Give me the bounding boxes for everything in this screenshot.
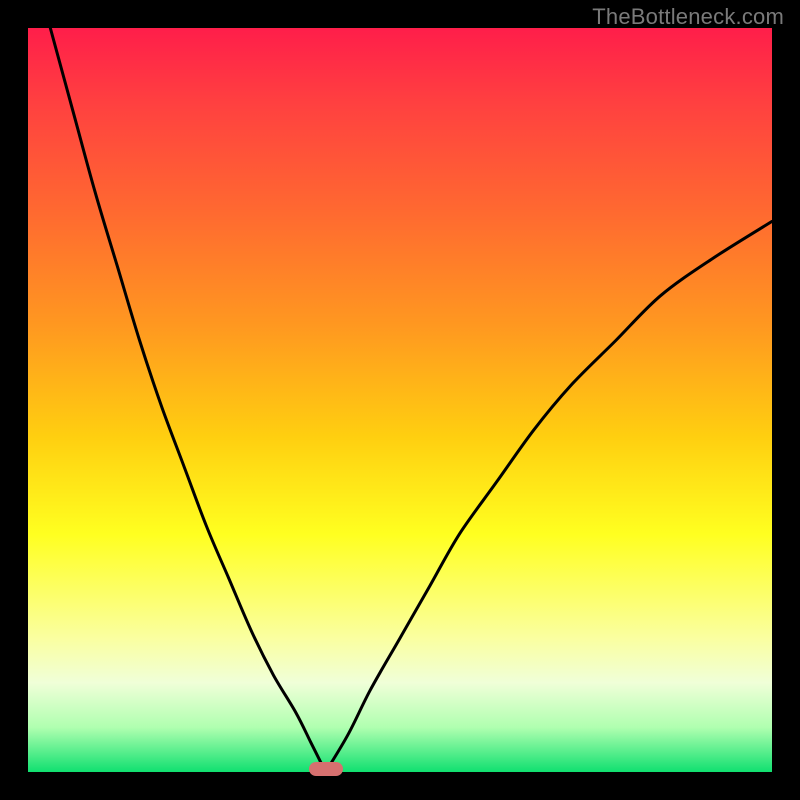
chart-frame: TheBottleneck.com bbox=[0, 0, 800, 800]
bottleneck-curve bbox=[28, 28, 772, 772]
minimum-marker bbox=[309, 762, 343, 776]
curve-path bbox=[50, 28, 772, 772]
watermark-text: TheBottleneck.com bbox=[592, 4, 784, 30]
